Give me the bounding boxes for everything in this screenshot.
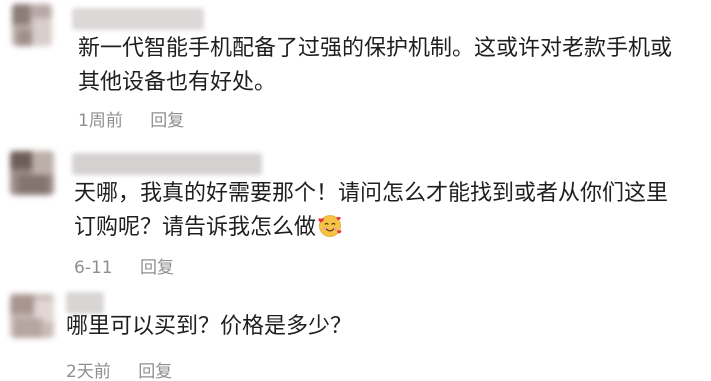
comment-time: 2天前 (66, 362, 111, 381)
comment-text: 哪里可以买到？价格是多少？ (66, 310, 352, 344)
avatar[interactable] (10, 151, 54, 195)
comment-meta: 1周前 回复 (78, 106, 184, 131)
comment-item: 新一代智能手机配备了过强的保护机制。这或许对老款手机或 其他设备也有好处。 1周… (0, 0, 711, 135)
comment-item: 哪里可以买到？价格是多少？ 2天前 回复 (0, 280, 711, 381)
comment-text-line: 新一代智能手机配备了过强的保护机制。这或许对老款手机或 (78, 36, 673, 61)
comment-text-line: 天哪，我真的好需要那个！请问怎么才能找到或者从你们这里 (74, 181, 669, 206)
comment-text: 新一代智能手机配备了过强的保护机制。这或许对老款手机或 其他设备也有好处。 (78, 32, 672, 100)
comment-text-line: 其他设备也有好处。 (78, 70, 277, 95)
comment-text-line-with-emoji: 订购呢？请告诉我怎么做 (74, 211, 668, 245)
reply-button[interactable]: 回复 (140, 253, 174, 278)
username-blurred[interactable] (72, 8, 204, 30)
comment-text: 天哪，我真的好需要那个！请问怎么才能找到或者从你们这里 订购呢？请告诉我怎么做 (74, 177, 668, 245)
reply-button[interactable]: 回复 (150, 106, 184, 131)
comment-item: 天哪，我真的好需要那个！请问怎么才能找到或者从你们这里 订购呢？请告诉我怎么做 … (0, 135, 711, 280)
comment-text-line: 哪里可以买到？价格是多少？ (66, 314, 353, 339)
comment-time: 6-11 (74, 258, 113, 278)
avatar[interactable] (10, 294, 54, 338)
username-blurred[interactable] (72, 153, 262, 175)
comment-meta: 6-11 回复 (74, 253, 174, 278)
smiling-face-with-hearts-icon (318, 215, 342, 237)
comment-text-line: 订购呢？请告诉我怎么做 (74, 215, 317, 240)
avatar[interactable] (12, 4, 52, 46)
reply-button[interactable]: 回复 (138, 357, 172, 381)
comment-time: 1周前 (78, 111, 123, 131)
comment-meta: 2天前 回复 (66, 357, 172, 381)
